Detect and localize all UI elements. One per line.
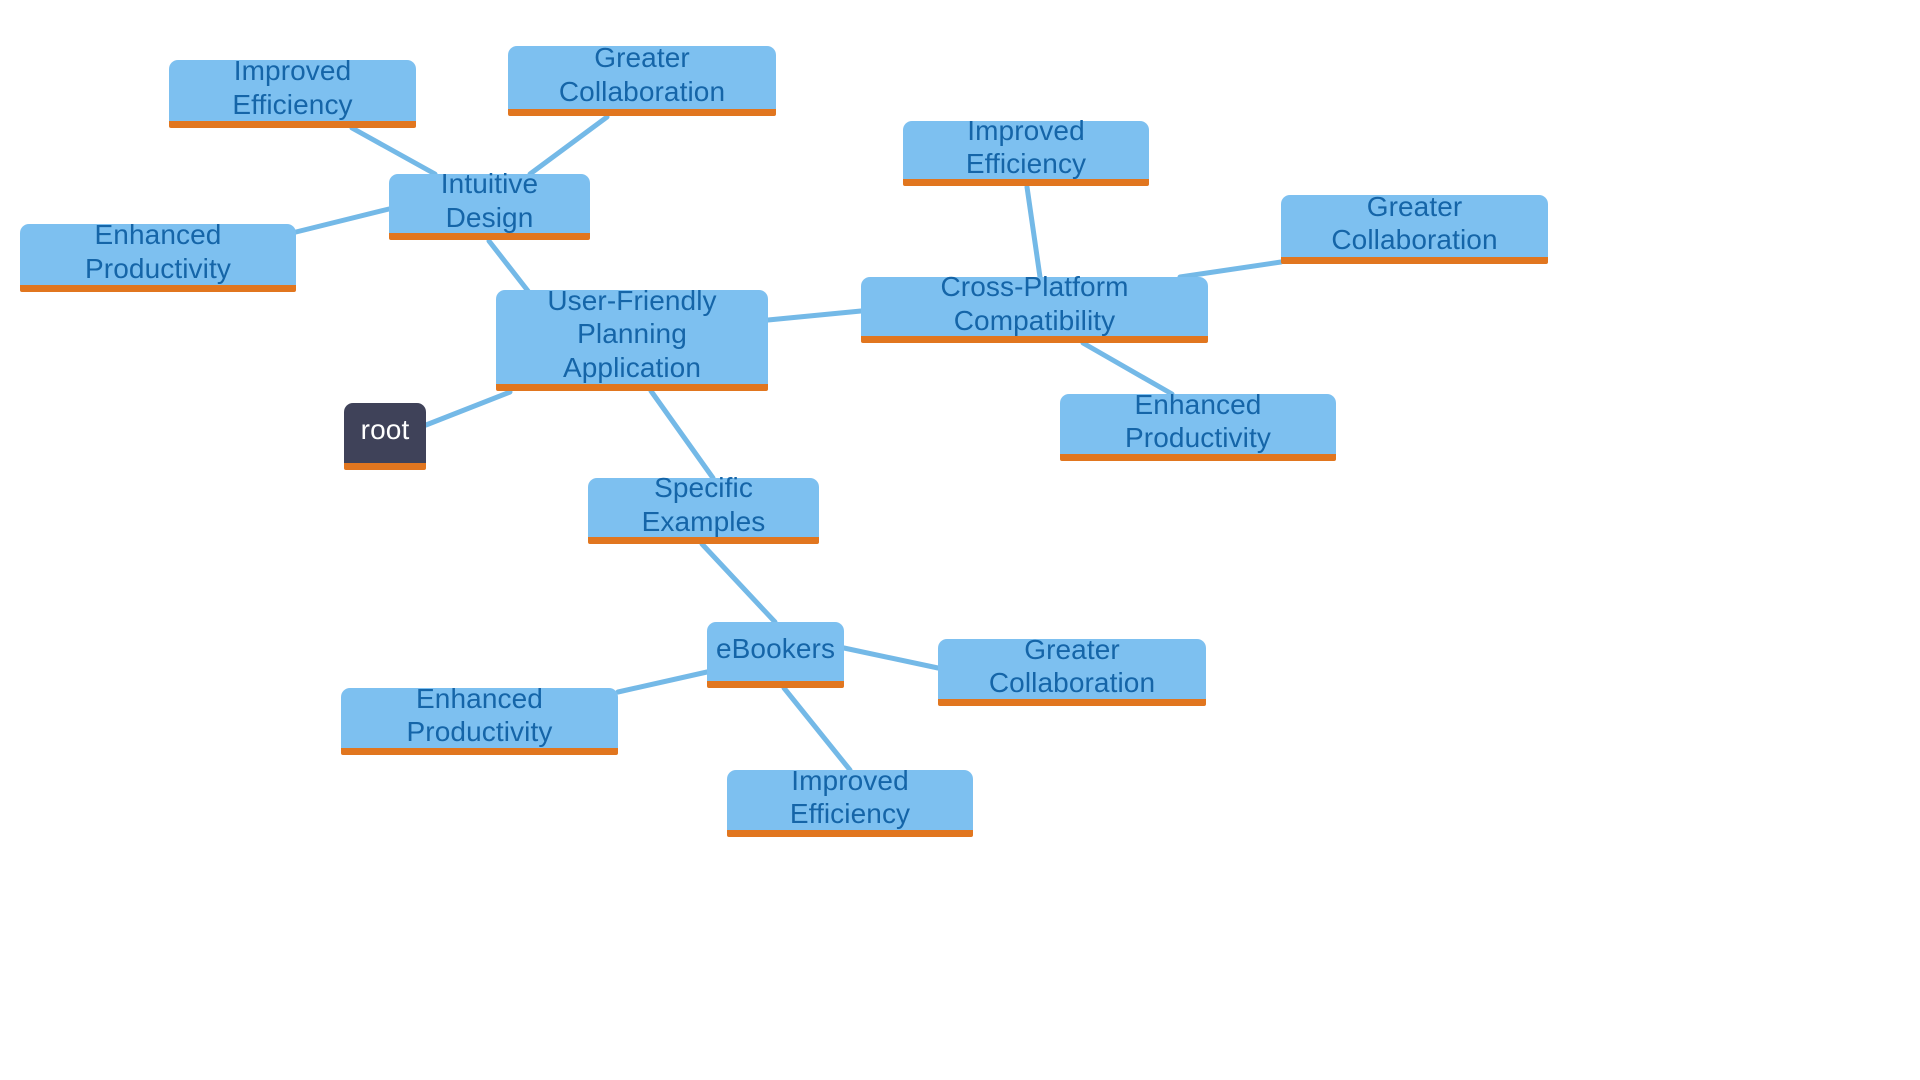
mindmap-node-intuitive_greater_collaboration[interactable]: Greater Collaboration — [508, 42, 776, 116]
mindmap-canvas: root User-Friendly Planning Application In… — [0, 0, 1920, 1080]
edge-intuitive_design-to-intuitive_enhanced_productivity — [293, 206, 392, 235]
mindmap-node-ebookers[interactable]: eBookers — [707, 622, 844, 688]
mindmap-node-intuitive_design[interactable]: Intuitive Design — [389, 168, 590, 240]
mindmap-node-label: Specific Examples — [641, 472, 766, 537]
mindmap-node-label: Enhanced Productivity — [1125, 388, 1271, 453]
mindmap-node-root[interactable]: root — [344, 403, 426, 470]
mindmap-node-ebookers_improved_efficiency[interactable]: Improved Efficiency — [727, 765, 973, 837]
edge-root-to-user_friendly_planning_application — [423, 389, 513, 428]
mindmap-node-user_friendly_planning_application[interactable]: User-Friendly Planning Application — [496, 285, 768, 391]
mindmap-node-label: Improved Efficiency — [965, 114, 1087, 179]
mindmap-node-cross_enhanced_productivity[interactable]: Enhanced Productivity — [1060, 389, 1336, 461]
mindmap-node-ebookers_enhanced_productivity[interactable]: Enhanced Productivity — [341, 683, 618, 755]
mindmap-node-intuitive_enhanced_productivity[interactable]: Enhanced Productivity — [20, 219, 296, 292]
mindmap-node-label: eBookers — [715, 632, 836, 664]
edge-user_friendly_planning_application-to-specific_examples — [648, 388, 716, 481]
edge-cross_platform_compatibility-to-cross_improved_efficiency — [1024, 184, 1043, 280]
mindmap-node-label: Greater Collaboration — [558, 42, 726, 107]
mindmap-node-cross_improved_efficiency[interactable]: Improved Efficiency — [903, 115, 1149, 186]
mindmap-node-label: Enhanced Productivity — [406, 682, 553, 747]
edge-intuitive_design-to-intuitive_greater_collaboration — [527, 114, 610, 177]
mindmap-node-label: Improved Efficiency — [789, 764, 911, 829]
mindmap-node-label: Cross-Platform Compatibility — [940, 271, 1129, 336]
mindmap-node-cross_greater_collaboration[interactable]: Greater Collaboration — [1281, 191, 1548, 264]
edge-cross_platform_compatibility-to-cross_greater_collaboration — [1177, 259, 1284, 280]
mindmap-node-specific_examples[interactable]: Specific Examples — [588, 472, 819, 544]
mindmap-node-intuitive_improved_efficiency[interactable]: Improved Efficiency — [169, 55, 416, 128]
mindmap-node-cross_platform_compatibility[interactable]: Cross-Platform Compatibility — [861, 271, 1208, 343]
mindmap-node-label: Greater Collaboration — [988, 633, 1156, 698]
edge-ebookers-to-ebookers_improved_efficiency — [781, 685, 853, 773]
edge-ebookers-to-ebookers_greater_collaboration — [841, 645, 941, 671]
edge-cross_platform_compatibility-to-cross_enhanced_productivity — [1080, 340, 1175, 397]
mindmap-node-label: Enhanced Productivity — [85, 219, 231, 284]
mindmap-node-label: root — [360, 414, 410, 446]
mindmap-node-label: Greater Collaboration — [1331, 190, 1498, 255]
edge-ebookers-to-ebookers_enhanced_productivity — [615, 669, 710, 695]
mindmap-node-label: Improved Efficiency — [232, 55, 353, 120]
mindmap-node-label: User-Friendly Planning Application — [547, 285, 717, 383]
mindmap-node-label: Intuitive Design — [440, 168, 539, 233]
mindmap-node-ebookers_greater_collaboration[interactable]: Greater Collaboration — [938, 634, 1206, 706]
edge-user_friendly_planning_application-to-cross_platform_compatibility — [765, 308, 864, 323]
edge-specific_examples-to-ebookers — [699, 541, 778, 625]
